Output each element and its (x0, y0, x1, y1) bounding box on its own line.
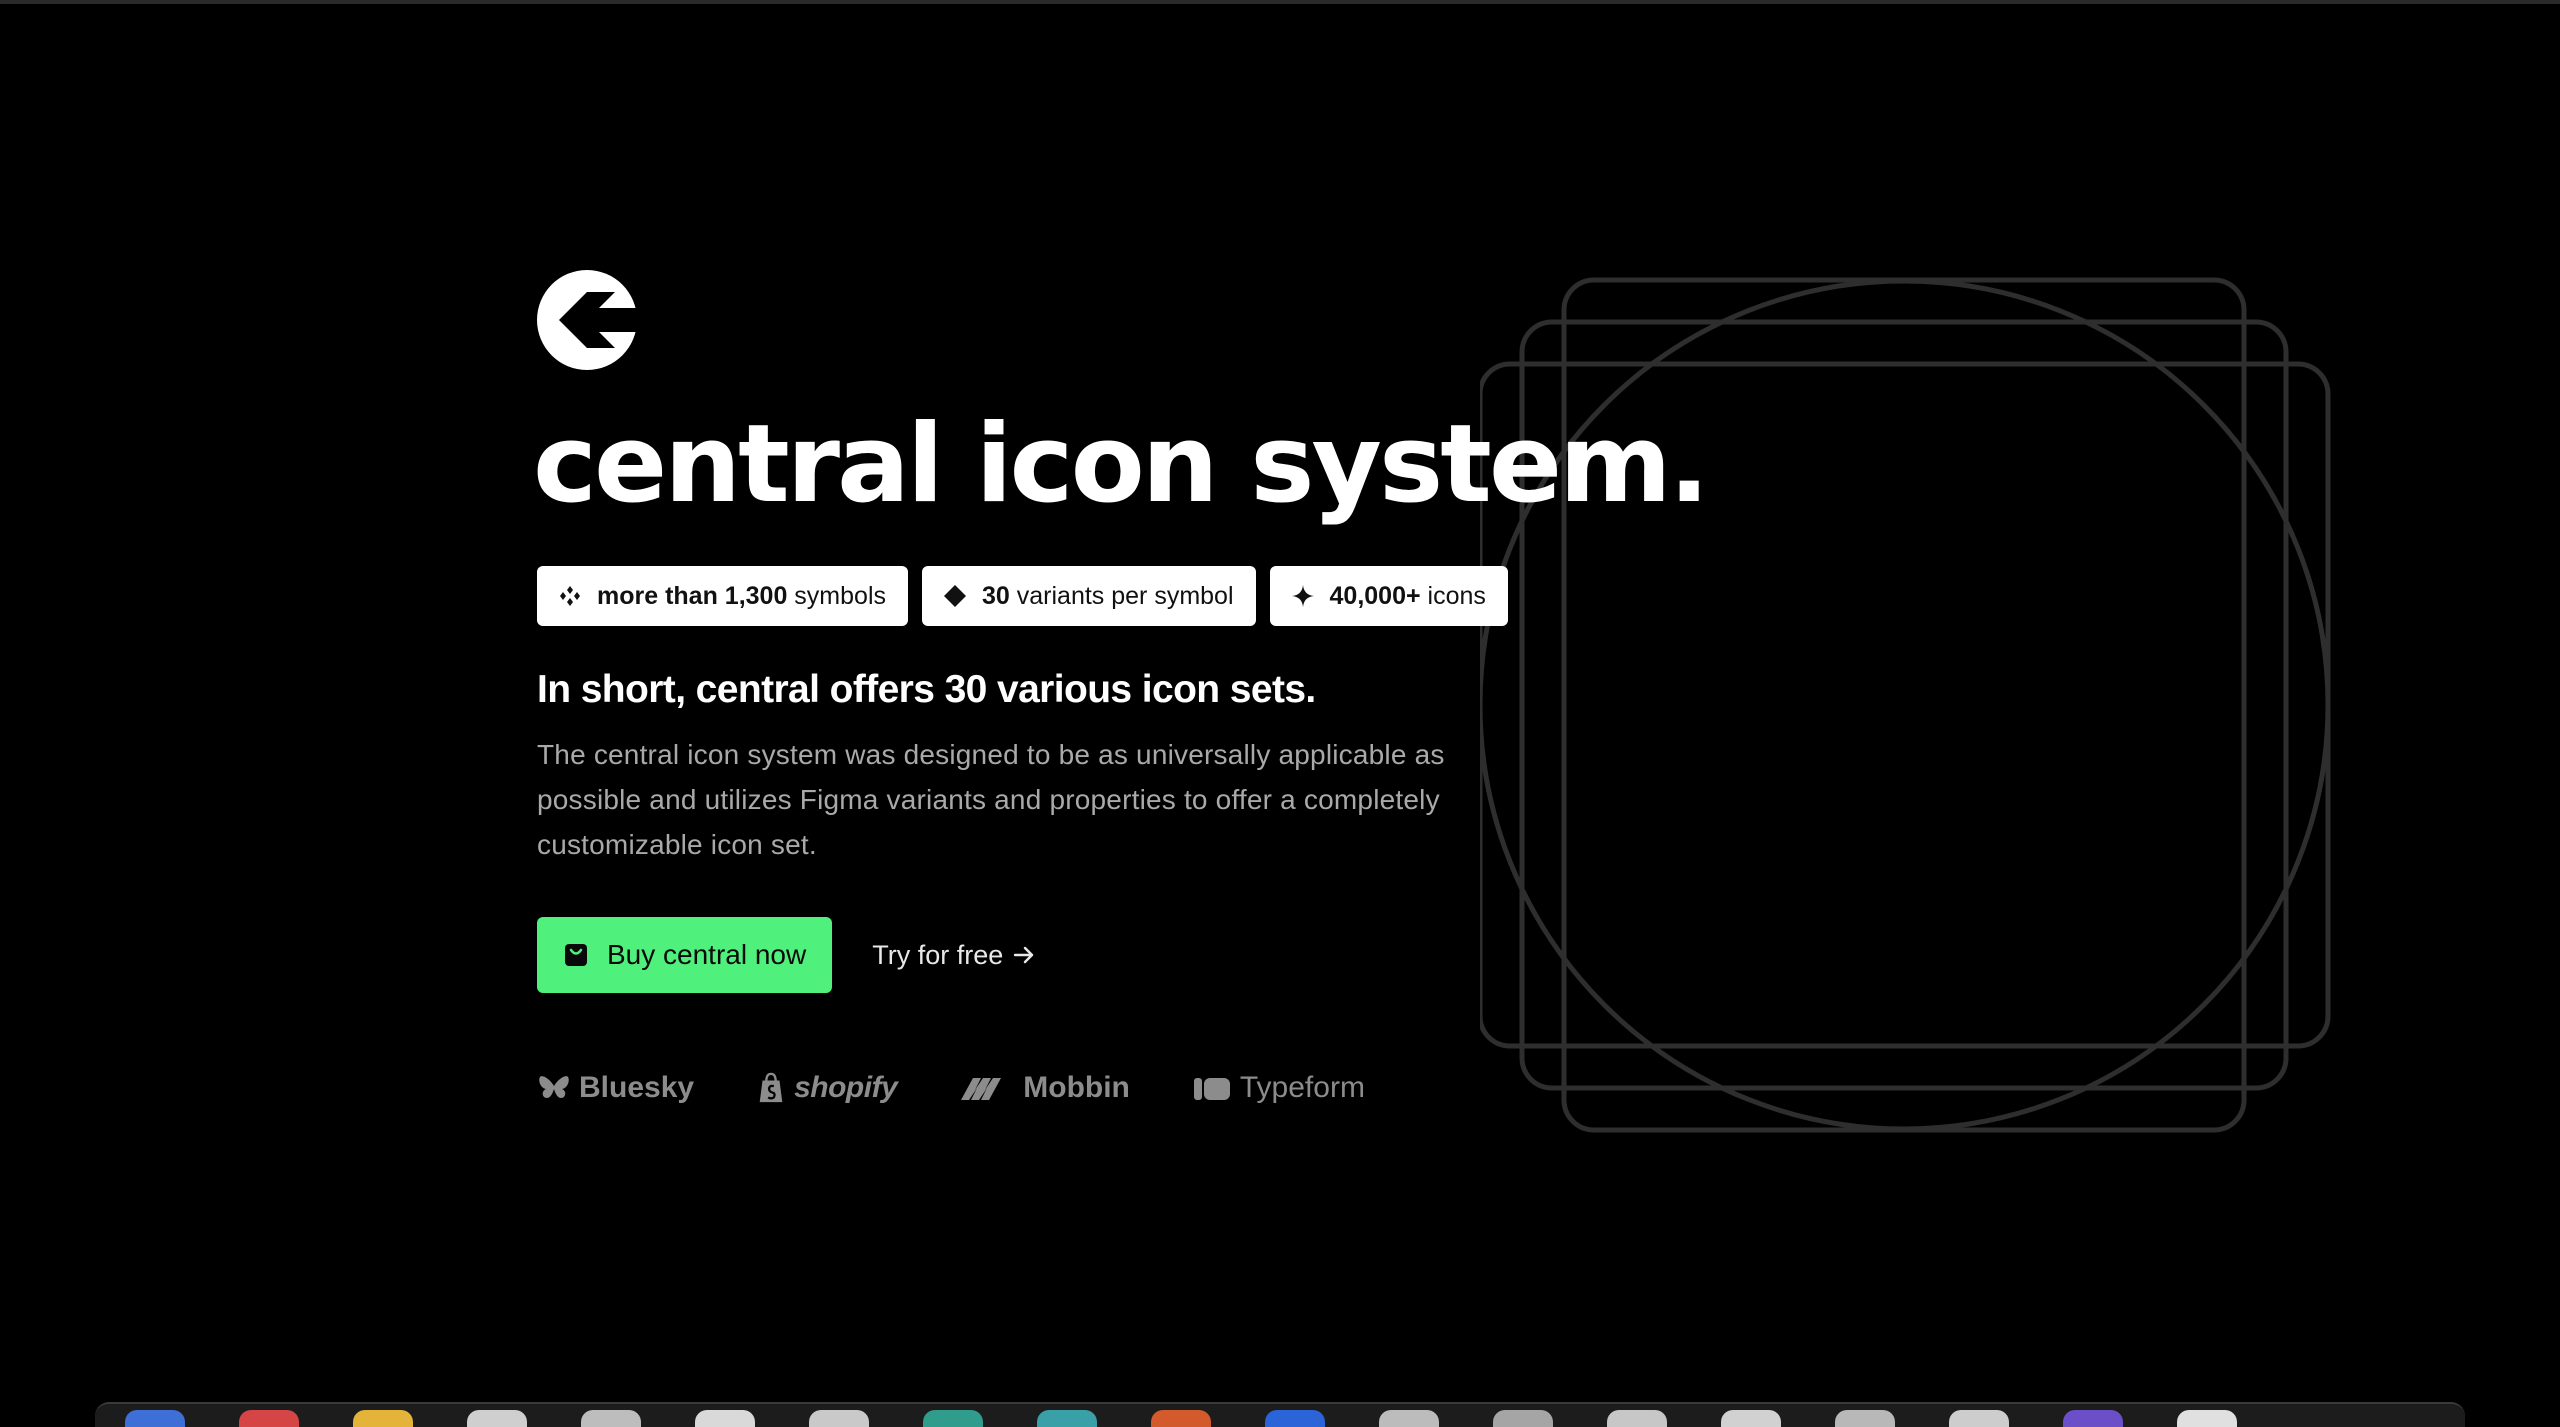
customer-logos: Bluesky shopify Mobbin Typeform (537, 1071, 1837, 1105)
dock-app-icon[interactable] (239, 1410, 299, 1427)
badge-variants: 30 variants per symbol (922, 566, 1256, 626)
sparkle-cluster-icon (560, 586, 580, 606)
dock-app-icon[interactable] (1493, 1410, 1553, 1427)
dock-app-icon[interactable] (1949, 1410, 2009, 1427)
dock-app-icon[interactable] (125, 1410, 185, 1427)
feature-badges: more than 1,300 symbols 30 variants per … (537, 566, 1837, 626)
brand-typeform: Typeform (1192, 1071, 1365, 1105)
arrow-right-icon (1014, 946, 1034, 964)
buy-central-button[interactable]: Buy central now (537, 917, 833, 993)
dock-app-icon[interactable] (809, 1410, 869, 1427)
dock-app-icon[interactable] (581, 1410, 641, 1427)
dock-app-icon[interactable] (1607, 1410, 1667, 1427)
buy-button-label: Buy central now (607, 939, 807, 970)
diamond-icon (944, 585, 966, 607)
subheading: In short, central offers 30 various icon… (537, 668, 1316, 711)
dock-app-icon[interactable] (467, 1410, 527, 1427)
brand-shopify: shopify (756, 1071, 898, 1105)
os-dock (95, 1402, 2465, 1427)
badge-text: 30 variants per symbol (982, 581, 1234, 610)
central-logo-icon[interactable] (537, 270, 637, 370)
dock-app-icon[interactable] (2177, 1410, 2237, 1427)
try-for-free-link[interactable]: Try for free (872, 940, 1037, 971)
description: The central icon system was designed to … (537, 739, 1445, 860)
dock-app-icon[interactable] (1037, 1410, 1097, 1427)
dock-app-icon[interactable] (2063, 1410, 2123, 1427)
shopping-bag-logo-icon (759, 1072, 783, 1103)
page: central icon system. more than 1,300 sym… (0, 0, 2560, 1427)
dock-app-icon[interactable] (1151, 1410, 1211, 1427)
badge-icons-count: 40,000+ icons (1269, 566, 1508, 626)
shopping-bag-icon (565, 944, 587, 966)
dock-icons (95, 1410, 2495, 1427)
mobbin-logo-icon (961, 1078, 1002, 1100)
brand-mobbin: Mobbin (959, 1071, 1130, 1105)
dock-app-icon[interactable] (695, 1410, 755, 1427)
cta-row: Buy central now Try for free (537, 917, 1837, 993)
dock-app-icon[interactable] (1835, 1410, 1895, 1427)
dock-app-icon[interactable] (1721, 1410, 1781, 1427)
dock-app-icon[interactable] (1265, 1410, 1325, 1427)
brand-bluesky: Bluesky (537, 1071, 694, 1105)
page-title: central icon system. (533, 402, 1710, 527)
try-link-label: Try for free (872, 939, 1004, 970)
dock-app-icon[interactable] (923, 1410, 983, 1427)
badge-text: more than 1,300 symbols (597, 581, 886, 610)
dock-app-icon[interactable] (353, 1410, 413, 1427)
badge-symbols: more than 1,300 symbols (537, 566, 908, 626)
hero-section: central icon system. more than 1,300 sym… (533, 270, 1837, 1105)
butterfly-icon (539, 1076, 569, 1098)
plus-sparkle-icon (1291, 585, 1314, 607)
dock-app-icon[interactable] (1379, 1410, 1439, 1427)
window-top-edge (0, 0, 2560, 4)
badge-text: 40,000+ icons (1329, 581, 1486, 610)
typeform-logo-icon (1193, 1078, 1230, 1100)
